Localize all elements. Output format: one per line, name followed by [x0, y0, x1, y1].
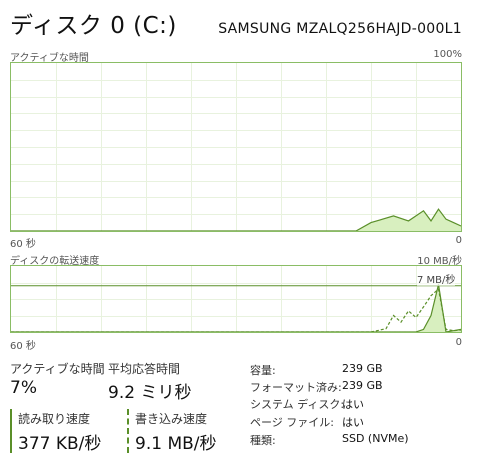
read-speed-indicator	[10, 409, 12, 453]
formatted-value: 239 GB	[342, 379, 383, 392]
transfer-duration-label: 60 秒	[10, 341, 36, 352]
active-time-chart	[11, 63, 461, 231]
active-time-graph	[10, 62, 462, 232]
capacity-value: 239 GB	[342, 362, 383, 375]
disk-model: SAMSUNG MZALQ256HAJD-000L1	[218, 21, 462, 37]
formatted-key: フォーマット済み:	[250, 381, 342, 394]
write-speed-value: 9.1 MB/秒	[135, 434, 217, 454]
page-file-value: はい	[342, 416, 364, 429]
capacity-key: 容量:	[250, 364, 276, 377]
disk-type-value: SSD (NVMe)	[342, 432, 409, 445]
disk-type-key: 種類:	[250, 434, 276, 447]
write-speed-indicator	[127, 409, 129, 453]
transfer-rate-graph	[10, 265, 462, 333]
transfer-ref-label: 7 MB/秒	[417, 271, 456, 286]
active-time-stat-value: 7%	[10, 378, 37, 398]
active-time-duration-label: 60 秒	[10, 239, 36, 250]
system-disk-value: はい	[342, 398, 364, 411]
transfer-rate-chart	[11, 266, 461, 332]
page-file-key: ページ ファイル:	[250, 416, 334, 429]
active-time-min-label: 0	[455, 235, 462, 246]
system-disk-key: システム ディスク:	[250, 398, 345, 411]
read-speed-label: 読み取り速度	[18, 412, 91, 426]
active-time-stat-label: アクティブな時間	[10, 362, 105, 376]
avg-response-label: 平均応答時間	[108, 362, 181, 376]
transfer-min-label: 0	[455, 337, 462, 348]
write-speed-label: 書き込み速度	[135, 412, 208, 426]
avg-response-value: 9.2 ミリ秒	[108, 383, 192, 403]
active-time-max-label: 100%	[433, 49, 462, 60]
read-speed-value: 377 KB/秒	[18, 434, 102, 454]
disk-title: ディスク 0 (C:)	[10, 13, 177, 39]
